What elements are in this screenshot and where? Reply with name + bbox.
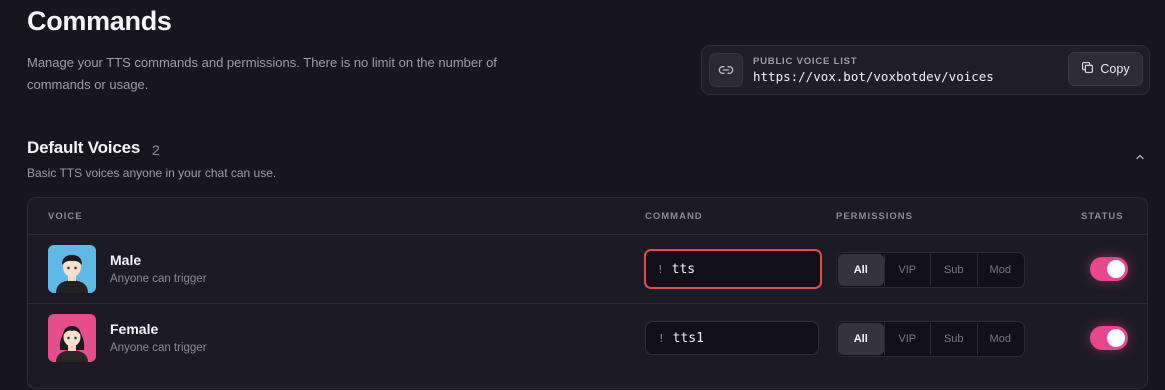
permission-sub[interactable]: Sub: [930, 323, 977, 355]
public-voice-list-card: PUBLIC VOICE LIST https://vox.bot/voxbot…: [701, 45, 1150, 95]
voice-subtitle: Anyone can trigger: [110, 273, 207, 285]
toggle-knob: [1107, 260, 1125, 278]
table-row: Female Anyone can trigger ! All VIP Sub …: [28, 303, 1147, 373]
column-header-permissions: PERMISSIONS: [836, 211, 913, 222]
status-toggle[interactable]: [1090, 257, 1128, 281]
permission-vip[interactable]: VIP: [883, 323, 931, 355]
command-prefix: !: [657, 262, 664, 276]
page-description: Manage your TTS commands and permissions…: [27, 55, 497, 92]
permission-all[interactable]: All: [838, 254, 884, 286]
section-description: Basic TTS voices anyone in your chat can…: [27, 166, 277, 180]
copy-button-label: Copy: [1100, 62, 1130, 76]
permission-mod[interactable]: Mod: [976, 323, 1024, 355]
status-toggle[interactable]: [1090, 326, 1128, 350]
voice-list-url[interactable]: https://vox.bot/voxbotdev/voices: [753, 69, 994, 84]
male-avatar: [48, 245, 96, 293]
copy-icon: [1081, 61, 1094, 77]
page-title: Commands: [27, 6, 172, 36]
voice-list-label: PUBLIC VOICE LIST: [753, 56, 858, 67]
copy-button[interactable]: Copy: [1068, 52, 1143, 86]
permission-all[interactable]: All: [838, 323, 884, 355]
table-row: Male Anyone can trigger ! All VIP Sub Mo…: [28, 234, 1147, 304]
section-title: Default Voices: [27, 138, 141, 157]
voice-subtitle: Anyone can trigger: [110, 342, 207, 354]
voices-table: VOICE COMMAND PERMISSIONS STATUS Male An…: [27, 197, 1148, 389]
command-input[interactable]: [671, 261, 802, 277]
command-prefix: !: [658, 331, 665, 345]
section-count-badge: 2: [152, 142, 160, 158]
chevron-up-icon[interactable]: [1131, 148, 1149, 166]
female-avatar: [48, 314, 96, 362]
permissions-segmented-control: All VIP Sub Mod: [836, 252, 1025, 288]
command-input[interactable]: [672, 330, 803, 346]
toggle-knob: [1107, 329, 1125, 347]
permissions-segmented-control: All VIP Sub Mod: [836, 321, 1025, 357]
voice-name: Male: [110, 252, 142, 268]
column-header-command: COMMAND: [645, 211, 703, 222]
permission-vip[interactable]: VIP: [883, 254, 931, 286]
command-field[interactable]: !: [645, 321, 819, 355]
column-header-voice: VOICE: [48, 211, 83, 222]
command-field[interactable]: !: [644, 249, 822, 289]
permission-mod[interactable]: Mod: [976, 254, 1024, 286]
column-header-status: STATUS: [1081, 211, 1124, 222]
permission-sub[interactable]: Sub: [930, 254, 977, 286]
voice-name: Female: [110, 321, 159, 337]
link-icon: [709, 53, 743, 87]
